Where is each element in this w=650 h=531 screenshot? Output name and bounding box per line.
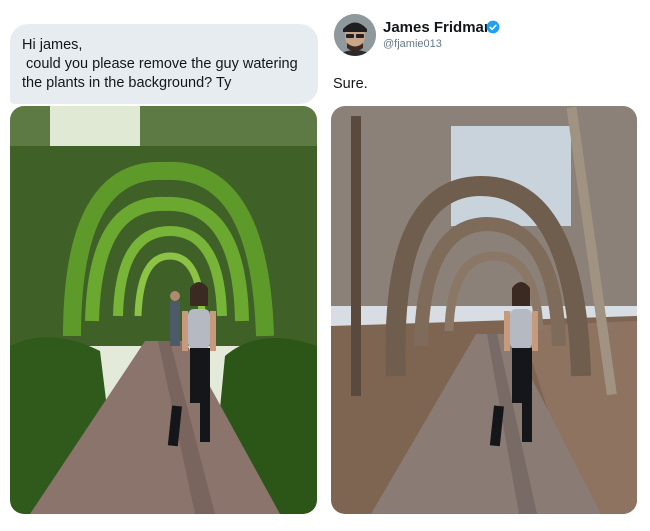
garden-arches-original-image [10, 106, 317, 514]
request-line-1: Hi james, [22, 37, 83, 53]
reply-text: Sure. [333, 76, 368, 92]
original-photo[interactable] [10, 106, 317, 514]
avatar-photo-icon [334, 14, 376, 56]
request-line-2: could you please remove the guy watering [22, 56, 298, 72]
garden-arches-edited-image [331, 106, 637, 514]
edited-photo[interactable] [331, 106, 637, 514]
request-line-3: the plants in the background? Ty [22, 75, 232, 91]
request-message-bubble: Hi james, could you please remove the gu… [10, 24, 318, 104]
author-name[interactable]: James Fridman [383, 19, 493, 36]
verified-badge-icon [486, 20, 500, 34]
author-handle[interactable]: @fjamie013 [383, 38, 442, 50]
avatar[interactable] [334, 14, 376, 56]
